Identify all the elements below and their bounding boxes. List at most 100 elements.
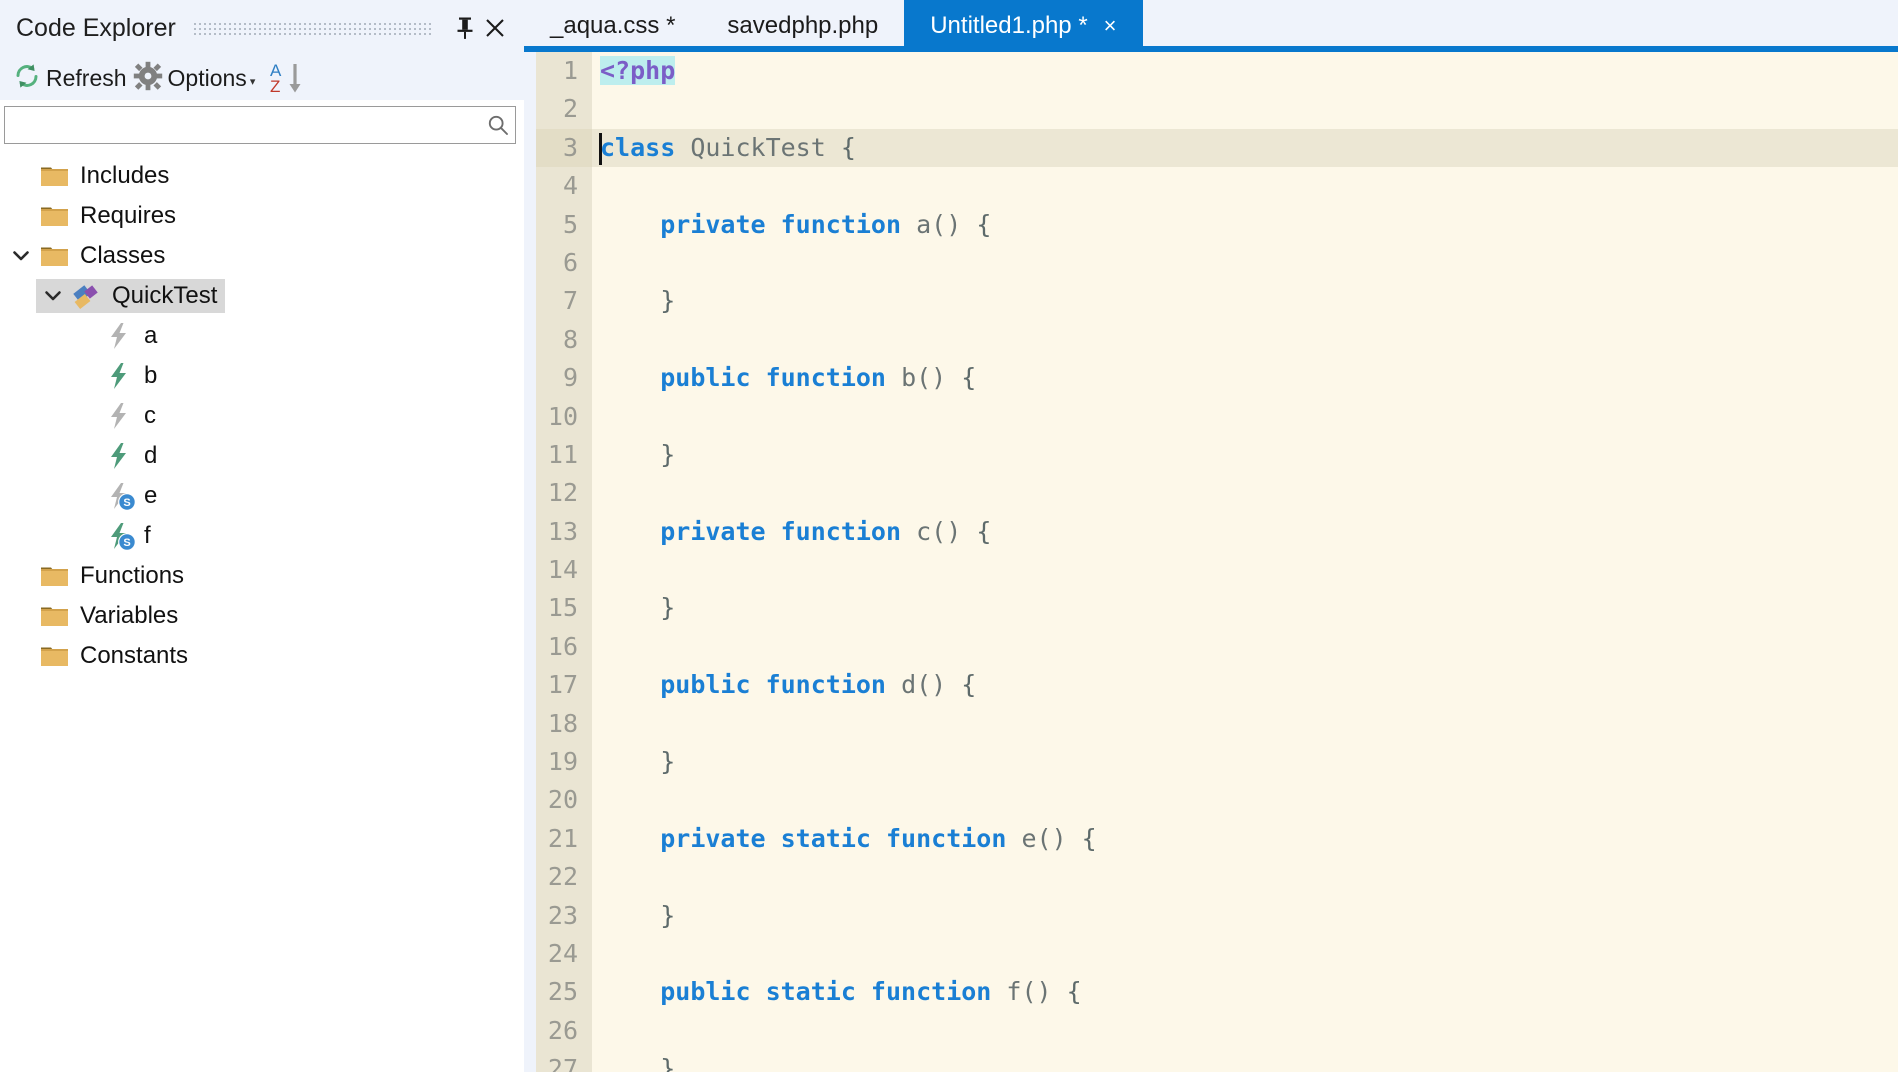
code-line[interactable]: 3 class QuickTest { [536, 128, 1898, 168]
code-line[interactable]: 13 private function c() { [536, 512, 1898, 552]
tree-item-a[interactable]: a [0, 316, 524, 356]
code-line-text[interactable]: private function c() { [592, 513, 1898, 551]
tree-item-hitbox[interactable]: b [68, 359, 165, 393]
code-line[interactable]: 15 } [536, 589, 1898, 628]
code-line-text[interactable]: private static function e() { [592, 820, 1898, 858]
tree-item-quicktest[interactable]: QuickTest [0, 276, 524, 316]
tree-item-e[interactable]: Se [0, 476, 524, 516]
chevron-down-icon[interactable] [4, 239, 38, 273]
code-line-text[interactable]: public function d() { [592, 666, 1898, 704]
tree-item-hitbox[interactable]: Classes [4, 239, 173, 273]
code-line-text[interactable] [592, 858, 1898, 896]
code-line-text[interactable]: class QuickTest { [592, 128, 1898, 168]
tree-item-variables[interactable]: Variables [0, 596, 524, 636]
code-line[interactable]: 10 [536, 397, 1898, 436]
tree-item-c[interactable]: c [0, 396, 524, 436]
code-line-text[interactable] [592, 551, 1898, 589]
code-line-text[interactable] [592, 628, 1898, 666]
code-line-text[interactable] [592, 321, 1898, 359]
tree-item-classes[interactable]: Classes [0, 236, 524, 276]
code-line[interactable]: 19 } [536, 743, 1898, 782]
code-line[interactable]: 26 [536, 1011, 1898, 1051]
code-line[interactable]: 14 [536, 551, 1898, 590]
search-box[interactable] [4, 106, 516, 144]
code-line-text[interactable]: } [592, 589, 1898, 627]
tree-item-hitbox[interactable]: Se [68, 479, 165, 513]
tree-item-hitbox[interactable]: Requires [4, 199, 184, 233]
editor-tab-aqua-css[interactable]: _aqua.css * [524, 0, 702, 52]
tree-item-hitbox[interactable]: Functions [4, 559, 192, 593]
tree-item-constants[interactable]: Constants [0, 636, 524, 676]
tree-item-hitbox[interactable]: Includes [4, 159, 177, 193]
code-line[interactable]: 6 [536, 243, 1898, 283]
tree-item-functions[interactable]: Functions [0, 556, 524, 596]
code-line[interactable]: 24 [536, 934, 1898, 974]
search-icon[interactable] [481, 114, 515, 136]
tree-item-hitbox[interactable]: c [68, 399, 164, 433]
close-icon[interactable] [480, 11, 510, 45]
code-line-text[interactable]: } [592, 282, 1898, 320]
code-line[interactable]: 22 [536, 858, 1898, 897]
code-line[interactable]: 12 [536, 474, 1898, 513]
code-line-text[interactable]: } [592, 897, 1898, 935]
search-input[interactable] [5, 107, 481, 143]
chevron-down-icon[interactable] [36, 279, 70, 313]
code-line[interactable]: 9 public function b() { [536, 359, 1898, 398]
code-line-text[interactable] [592, 474, 1898, 512]
code-line-text[interactable]: public function b() { [592, 359, 1898, 397]
editor-tabbar: _aqua.css * savedphp.php Untitled1.php * × [524, 0, 1898, 52]
tree-item-includes[interactable]: Includes [0, 156, 524, 196]
code-line-text[interactable] [592, 90, 1898, 128]
code-line-text[interactable]: <?php [592, 52, 1898, 90]
tree-item-d[interactable]: d [0, 436, 524, 476]
code-area[interactable]: 1 <?php 2 3 class QuickTest {4 5 private func… [536, 52, 1898, 1072]
tree-item-hitbox[interactable]: Variables [4, 599, 186, 633]
code-line[interactable]: 18 [536, 704, 1898, 744]
tab-close-icon[interactable]: × [1104, 15, 1117, 37]
editor-tab-untitled1-php[interactable]: Untitled1.php * × [904, 0, 1143, 52]
tree-item-requires[interactable]: Requires [0, 196, 524, 236]
code-line[interactable]: 17 public function d() { [536, 666, 1898, 705]
code-line-text[interactable]: private function a() { [592, 206, 1898, 244]
code-line[interactable]: 20 [536, 781, 1898, 820]
code-line[interactable]: 1 <?php [536, 52, 1898, 91]
tree-item-f[interactable]: Sf [0, 516, 524, 556]
code-line-text[interactable]: public static function f() { [592, 973, 1898, 1011]
sort-az-icon[interactable]: A Z [268, 59, 306, 97]
tree-item-b[interactable]: b [0, 356, 524, 396]
options-button[interactable]: Options ▾ [130, 59, 259, 97]
code-line-text[interactable] [592, 398, 1898, 436]
code-line[interactable]: 23 } [536, 896, 1898, 935]
code-line[interactable]: 11 } [536, 435, 1898, 475]
folder-icon [38, 241, 72, 271]
code-line-text[interactable] [592, 244, 1898, 282]
code-line[interactable]: 4 [536, 167, 1898, 206]
code-line[interactable]: 5 private function a() { [536, 205, 1898, 244]
drag-grip[interactable] [193, 21, 432, 35]
code-line-text[interactable] [592, 167, 1898, 205]
code-line-text[interactable] [592, 1012, 1898, 1050]
code-line[interactable]: 2 [536, 90, 1898, 129]
editor-tab-savedphp-php[interactable]: savedphp.php [701, 0, 905, 52]
code-line[interactable]: 7 } [536, 282, 1898, 321]
code-line-text[interactable]: } [592, 743, 1898, 781]
refresh-button[interactable]: Refresh [10, 59, 130, 97]
code-line-text[interactable] [592, 705, 1898, 743]
code-line[interactable]: 21 private static function e() { [536, 819, 1898, 859]
tree-item-hitbox[interactable]: QuickTest [36, 279, 226, 313]
tree-item-hitbox[interactable]: a [68, 319, 165, 353]
tree-item-hitbox[interactable]: Constants [4, 639, 196, 673]
tree-item-hitbox[interactable]: d [68, 439, 165, 473]
code-line-text[interactable]: } [592, 1050, 1898, 1072]
code-line-text[interactable] [592, 781, 1898, 819]
code-line-text[interactable] [592, 935, 1898, 973]
code-line[interactable]: 16 [536, 627, 1898, 667]
tree-item-hitbox[interactable]: Sf [68, 519, 159, 553]
code-line[interactable]: 25 public static function f() { [536, 973, 1898, 1012]
pin-icon[interactable] [450, 11, 480, 45]
code-line-text[interactable]: } [592, 436, 1898, 474]
code-line[interactable]: 27 } [536, 1050, 1898, 1072]
line-number: 15 [536, 589, 592, 628]
code-line[interactable]: 8 [536, 320, 1898, 360]
